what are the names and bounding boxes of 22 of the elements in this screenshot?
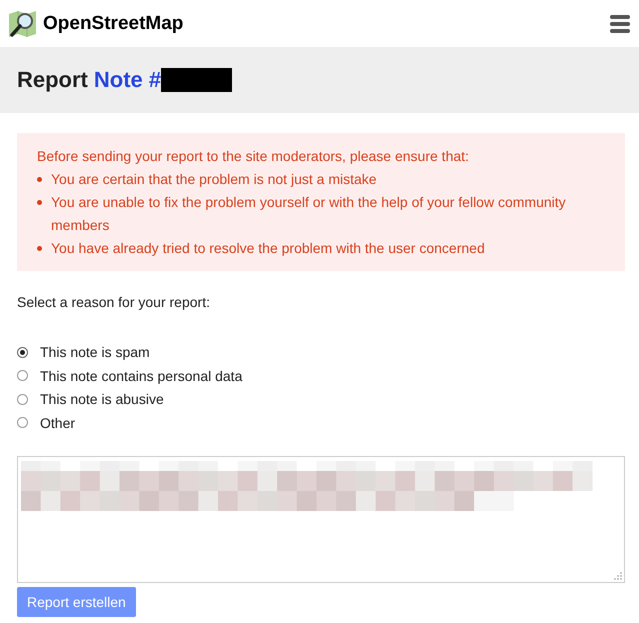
- bullet-icon: [37, 177, 42, 182]
- radio-label[interactable]: This note is abusive: [40, 391, 164, 408]
- notice-text: Before sending your report to the site moderators, please ensure that:: [37, 147, 470, 166]
- site-name[interactable]: OpenStreetMap: [43, 12, 184, 34]
- radio-button[interactable]: [17, 394, 28, 405]
- page-title: Report: [17, 67, 88, 93]
- radio-label[interactable]: This note contains personal data: [40, 368, 242, 384]
- bullet-icon: [37, 200, 42, 205]
- radio-button[interactable]: [17, 417, 28, 428]
- bullet-icon: [37, 246, 42, 251]
- radio-button[interactable]: [17, 370, 28, 382]
- magnifier-map-icon[interactable]: [8, 10, 37, 38]
- note-link[interactable]: Note #: [94, 67, 162, 93]
- radio-button[interactable]: [17, 346, 28, 358]
- notice-item: You are certain that the problem is not just a mistake: [51, 170, 377, 189]
- resize-grip-icon[interactable]: [614, 572, 622, 580]
- notice-item: You have already tried to resolve the problem with the user concerned: [51, 239, 485, 258]
- reason-label: Select a reason for your report:: [17, 294, 211, 310]
- notice-item: You are unable to fix the problem yourself or with the help of your fellow community members: [51, 193, 567, 235]
- menu-icon[interactable]: [610, 14, 630, 32]
- radio-label[interactable]: Other: [40, 414, 76, 431]
- radio-label[interactable]: This note is spam: [40, 344, 150, 360]
